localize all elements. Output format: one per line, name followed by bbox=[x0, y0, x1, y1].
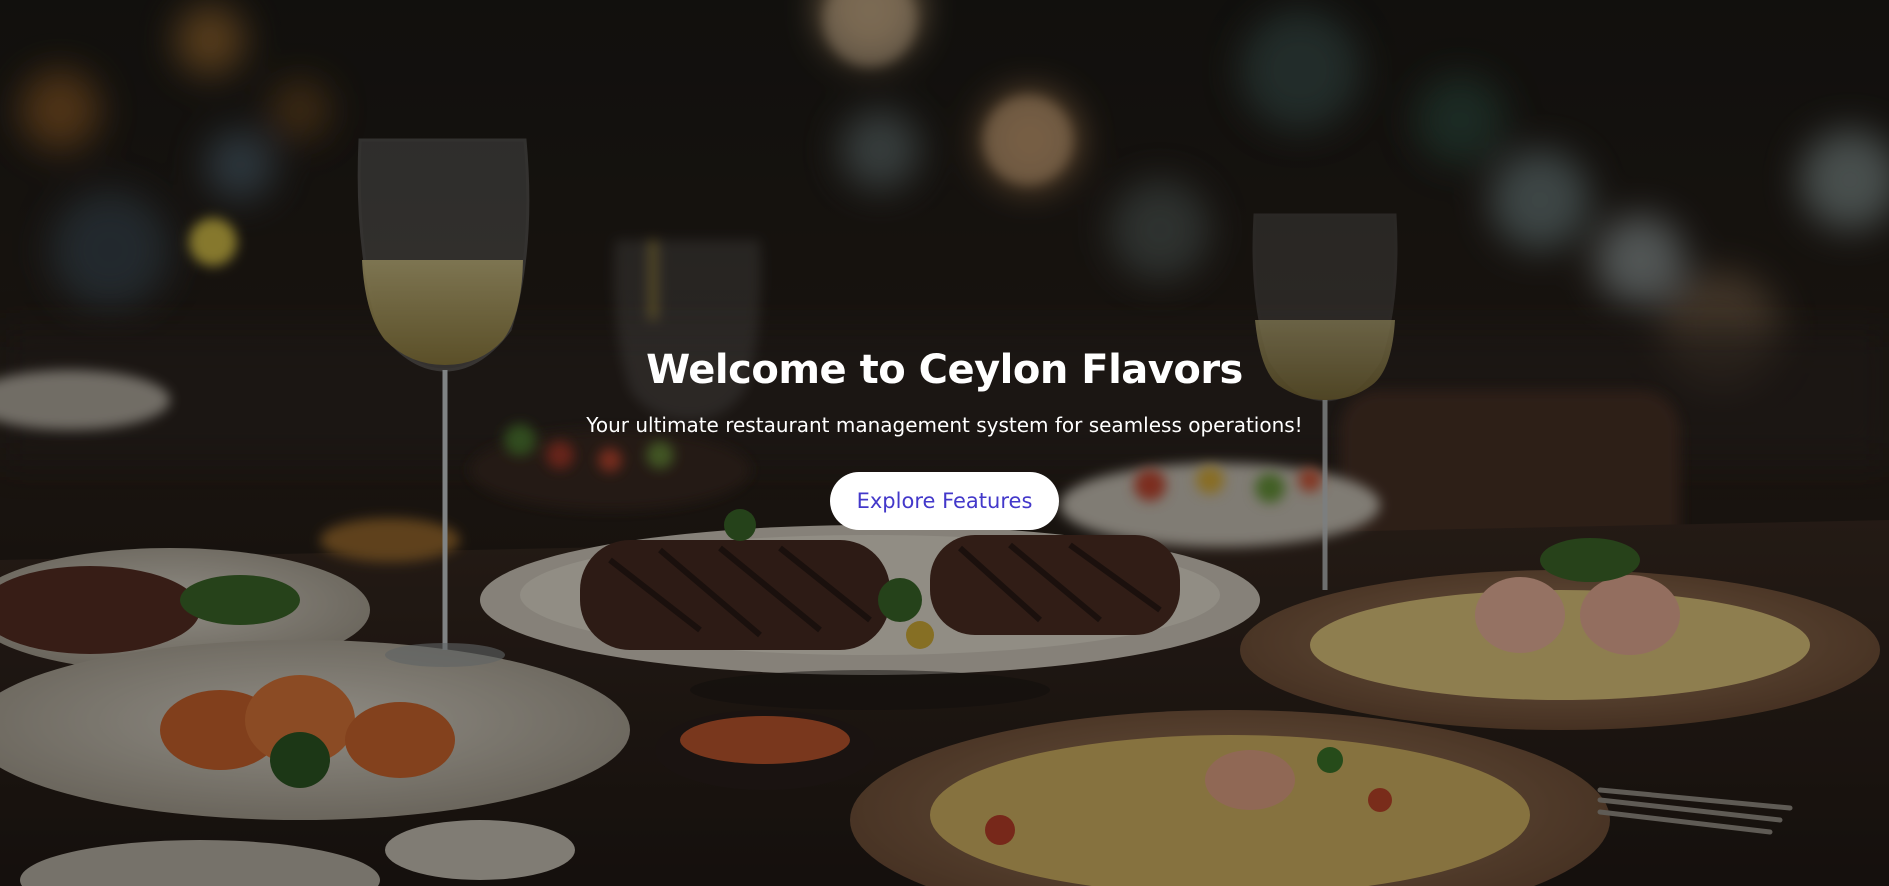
hero-content: Welcome to Ceylon Flavors Your ultimate … bbox=[0, 340, 1889, 530]
explore-features-button[interactable]: Explore Features bbox=[829, 472, 1060, 530]
hero-title: Welcome to Ceylon Flavors bbox=[646, 347, 1243, 393]
hero-section: Welcome to Ceylon Flavors Your ultimate … bbox=[0, 0, 1889, 886]
hero-subtitle: Your ultimate restaurant management syst… bbox=[586, 413, 1303, 437]
